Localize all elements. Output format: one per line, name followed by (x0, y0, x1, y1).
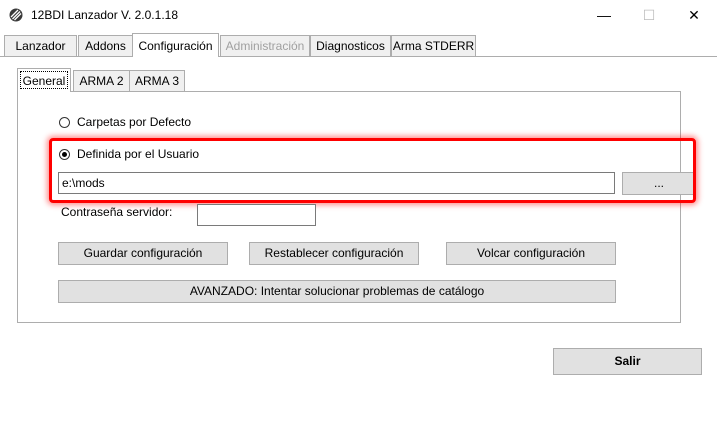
title-bar: 12BDI Lanzador V. 2.0.1.18 — ☐ ✕ (0, 0, 717, 31)
browse-button[interactable]: ... (622, 172, 696, 195)
maximize-button[interactable]: ☐ (626, 0, 672, 31)
minimize-button[interactable]: — (581, 0, 627, 31)
close-button[interactable]: ✕ (671, 0, 717, 31)
save-config-button[interactable]: Guardar configuración (58, 242, 228, 265)
radio-user-defined-label: Definida por el Usuario (77, 147, 200, 161)
tab-arma-stderr[interactable]: Arma STDERR (391, 35, 476, 56)
tab-general[interactable]: General (17, 68, 71, 92)
tab-diagnosticos[interactable]: Diagnosticos (310, 35, 391, 56)
exit-button[interactable]: Salir (553, 348, 702, 375)
radio-user-defined[interactable]: Definida por el Usuario (59, 146, 199, 162)
tab-addons[interactable]: Addons (78, 35, 133, 56)
server-password-input[interactable] (197, 204, 316, 226)
reset-config-button[interactable]: Restablecer configuración (249, 242, 419, 265)
dump-config-button[interactable]: Volcar configuración (446, 242, 616, 265)
tab-arma-2[interactable]: ARMA 2 (73, 70, 130, 91)
main-tab-strip: Lanzador Addons Configuración Administra… (0, 33, 717, 57)
tab-lanzador[interactable]: Lanzador (4, 35, 77, 56)
window-title: 12BDI Lanzador V. 2.0.1.18 (31, 8, 178, 22)
advanced-catalog-fix-button[interactable]: AVANZADO: Intentar solucionar problemas … (58, 280, 616, 303)
tab-configuracion[interactable]: Configuración (132, 33, 219, 57)
radio-default-folders[interactable]: Carpetas por Defecto (59, 114, 191, 130)
mods-path-input[interactable] (58, 172, 615, 194)
app-logo-icon (9, 8, 23, 22)
tab-arma-3[interactable]: ARMA 3 (129, 70, 185, 91)
radio-default-folders-label: Carpetas por Defecto (77, 115, 192, 129)
server-password-label: Contraseña servidor: (61, 205, 173, 219)
radio-checked-icon[interactable] (59, 148, 70, 160)
radio-unchecked-icon[interactable] (59, 116, 70, 128)
tab-administracion[interactable]: Administración (220, 35, 310, 56)
